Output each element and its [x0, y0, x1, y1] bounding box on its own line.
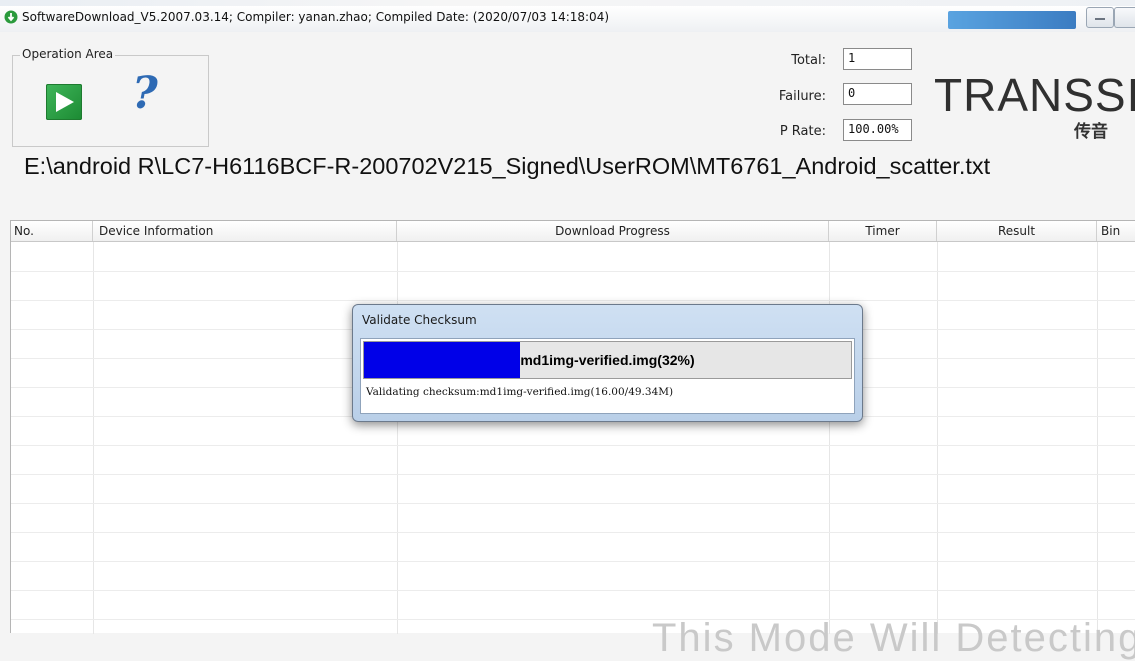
scatter-file-path: E:\android R\LC7-H6116BCF-R-200702V215_S… [24, 153, 991, 179]
total-label: Total: [791, 53, 826, 68]
brand-logo: TRANSSIC [934, 69, 1135, 121]
app-icon [4, 10, 18, 24]
checksum-progress-bar: md1img-verified.img(32%) [363, 341, 852, 379]
table-row [11, 474, 1135, 475]
table-header: No. Device Information Download Progress… [11, 221, 1135, 242]
window-title: SoftwareDownload_V5.2007.03.14; Compiler… [22, 10, 610, 24]
column-header-bin[interactable]: Bin [1097, 221, 1135, 241]
minimize-icon [1095, 18, 1105, 20]
start-download-button[interactable] [46, 84, 82, 120]
maximize-button[interactable] [1114, 7, 1135, 28]
device-table: No. Device Information Download Progress… [10, 220, 1135, 634]
failure-field: 0 [843, 83, 912, 105]
failure-label: Failure: [778, 89, 826, 104]
minimize-button[interactable] [1086, 7, 1114, 28]
brand-logo-chinese: 传音 [1074, 122, 1108, 142]
operation-area [12, 55, 209, 147]
total-field: 1 [843, 48, 912, 70]
operation-area-legend: Operation Area [20, 47, 116, 61]
help-button[interactable]: ? [132, 72, 158, 116]
column-header-timer[interactable]: Timer [829, 221, 937, 241]
table-row [11, 503, 1135, 504]
column-header-download-progress[interactable]: Download Progress [397, 221, 829, 241]
checksum-status-text: Validating checksum:md1img-verified.img(… [366, 386, 674, 398]
title-bar: SoftwareDownload_V5.2007.03.14; Compiler… [0, 6, 1135, 32]
dialog-content: md1img-verified.img(32%) Validating chec… [360, 338, 855, 414]
help-icon: ? [132, 68, 158, 119]
column-header-no[interactable]: No. [11, 221, 93, 241]
prate-field: 100.00% [843, 119, 912, 141]
watermark-text: This Mode Will Detecting D [652, 616, 1135, 660]
table-row [11, 590, 1135, 591]
table-row [11, 300, 1135, 301]
table-row [11, 445, 1135, 446]
play-icon [56, 92, 74, 112]
table-row [11, 532, 1135, 533]
table-row [11, 561, 1135, 562]
progress-label: md1img-verified.img(32%) [520, 352, 695, 368]
validate-checksum-dialog: Validate Checksum md1img-verified.img(32… [352, 304, 863, 422]
prate-label: P Rate: [779, 124, 826, 139]
dialog-title: Validate Checksum [362, 313, 477, 327]
column-header-device-information[interactable]: Device Information [93, 221, 397, 241]
table-row [11, 271, 1135, 272]
column-header-result[interactable]: Result [937, 221, 1097, 241]
titlebar-decoration [948, 11, 1076, 29]
